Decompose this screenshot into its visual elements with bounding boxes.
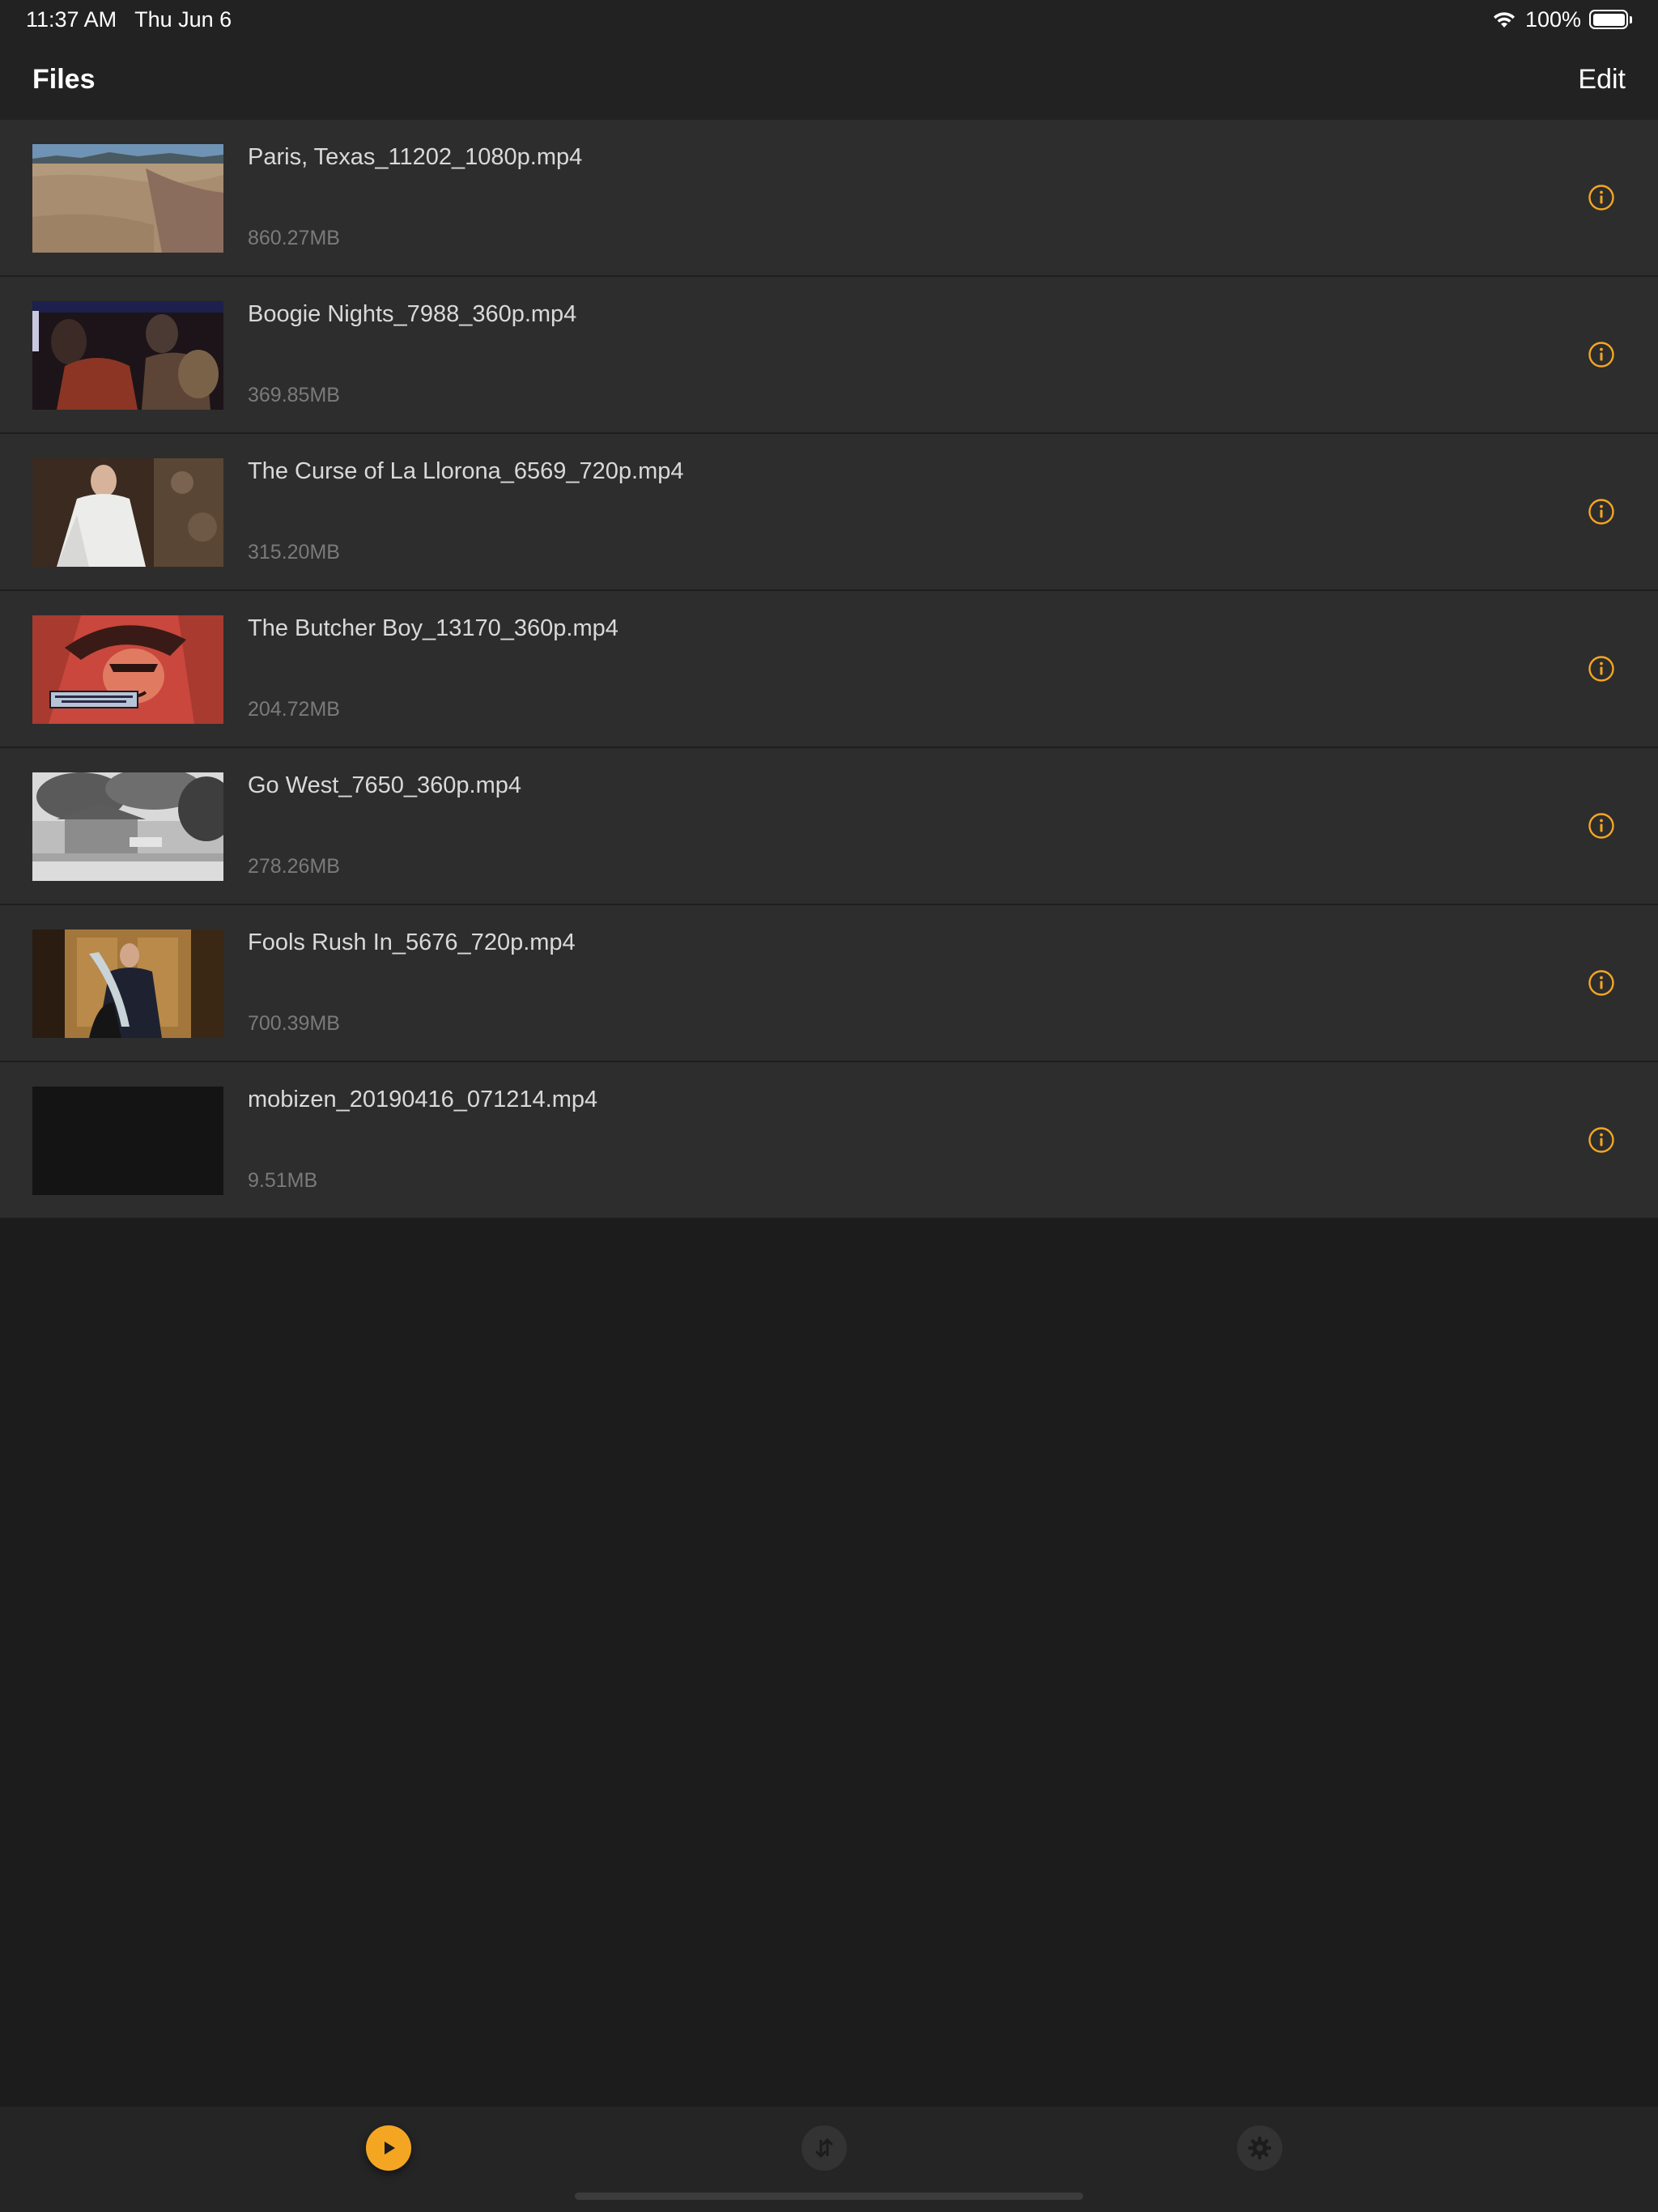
file-row[interactable]: The Curse of La Llorona_6569_720p.mp4 31… <box>0 434 1658 591</box>
tab-player[interactable] <box>366 2125 411 2171</box>
video-thumbnail <box>32 301 223 410</box>
info-icon[interactable] <box>1588 341 1615 368</box>
boy-in-white-thumbnail <box>32 458 223 567</box>
video-thumbnail <box>32 458 223 567</box>
video-thumbnail <box>32 144 223 253</box>
battery-body <box>1589 10 1628 29</box>
file-title: Fools Rush In_5676_720p.mp4 <box>248 929 576 955</box>
video-thumbnail <box>32 929 223 1038</box>
status-right: 100% <box>1491 7 1632 32</box>
file-row[interactable]: The Butcher Boy_13170_360p.mp4 204.72MB <box>0 591 1658 748</box>
file-title: Boogie Nights_7988_360p.mp4 <box>248 301 577 327</box>
status-time: 11:37 AM <box>26 6 117 32</box>
page-title: Files <box>32 63 96 95</box>
nav-bar: Files Edit <box>0 39 1658 120</box>
tab-transfer[interactable] <box>801 2125 847 2171</box>
file-row[interactable]: Paris, Texas_11202_1080p.mp4 860.27MB <box>0 120 1658 277</box>
gear-icon <box>1248 2137 1271 2159</box>
man-in-doorway-thumbnail <box>32 929 223 1038</box>
file-row[interactable]: Boogie Nights_7988_360p.mp4 369.85MB <box>0 277 1658 434</box>
tab-settings[interactable] <box>1237 2125 1282 2171</box>
info-icon[interactable] <box>1588 1126 1615 1154</box>
video-thumbnail <box>32 615 223 724</box>
file-title: The Curse of La Llorona_6569_720p.mp4 <box>248 458 684 484</box>
file-list: Paris, Texas_11202_1080p.mp4 860.27MB Bo… <box>0 120 1658 1219</box>
file-row[interactable]: mobizen_20190416_071214.mp4 9.51MB <box>0 1062 1658 1219</box>
file-size: 369.85MB <box>248 384 340 406</box>
file-title: Paris, Texas_11202_1080p.mp4 <box>248 144 583 170</box>
info-icon[interactable] <box>1588 812 1615 840</box>
status-bar: 11:37 AM Thu Jun 6 100% <box>0 0 1658 39</box>
status-left: 11:37 AM Thu Jun 6 <box>26 7 232 32</box>
file-title: The Butcher Boy_13170_360p.mp4 <box>248 615 619 641</box>
file-size: 9.51MB <box>248 1169 318 1192</box>
home-indicator <box>575 2193 1083 2200</box>
black-and-white-house-thumbnail <box>32 772 223 881</box>
battery-cap <box>1630 15 1632 23</box>
info-icon[interactable] <box>1588 969 1615 997</box>
file-title: Go West_7650_360p.mp4 <box>248 772 522 798</box>
status-date: Thu Jun 6 <box>134 6 232 32</box>
dark-scene-thumbnail <box>32 301 223 410</box>
screen: 11:37 AM Thu Jun 6 100% Files Edit Paris… <box>0 0 1658 2212</box>
file-size: 700.39MB <box>248 1012 340 1035</box>
desert-landscape-thumbnail <box>32 144 223 253</box>
tab-bar <box>0 2107 1658 2212</box>
battery-percent: 100% <box>1524 6 1581 32</box>
video-thumbnail <box>32 1087 223 1195</box>
wifi-icon <box>1493 12 1515 28</box>
file-size: 278.26MB <box>248 855 340 878</box>
file-row[interactable]: Fools Rush In_5676_720p.mp4 700.39MB <box>0 905 1658 1062</box>
info-icon[interactable] <box>1588 498 1615 525</box>
play-icon <box>385 2142 395 2155</box>
file-size: 315.20MB <box>248 541 340 564</box>
battery-icon <box>1589 10 1632 29</box>
file-size: 204.72MB <box>248 698 340 721</box>
info-icon[interactable] <box>1588 655 1615 683</box>
comic-art-thumbnail <box>32 615 223 724</box>
file-title: mobizen_20190416_071214.mp4 <box>248 1087 598 1112</box>
file-size: 860.27MB <box>248 227 340 249</box>
video-thumbnail <box>32 772 223 881</box>
edit-button[interactable]: Edit <box>1578 64 1626 96</box>
blank-thumbnail <box>32 1087 223 1195</box>
battery-fill <box>1592 13 1625 26</box>
transfer-icon <box>814 2138 834 2159</box>
file-row[interactable]: Go West_7650_360p.mp4 278.26MB <box>0 748 1658 905</box>
info-icon[interactable] <box>1588 184 1615 211</box>
